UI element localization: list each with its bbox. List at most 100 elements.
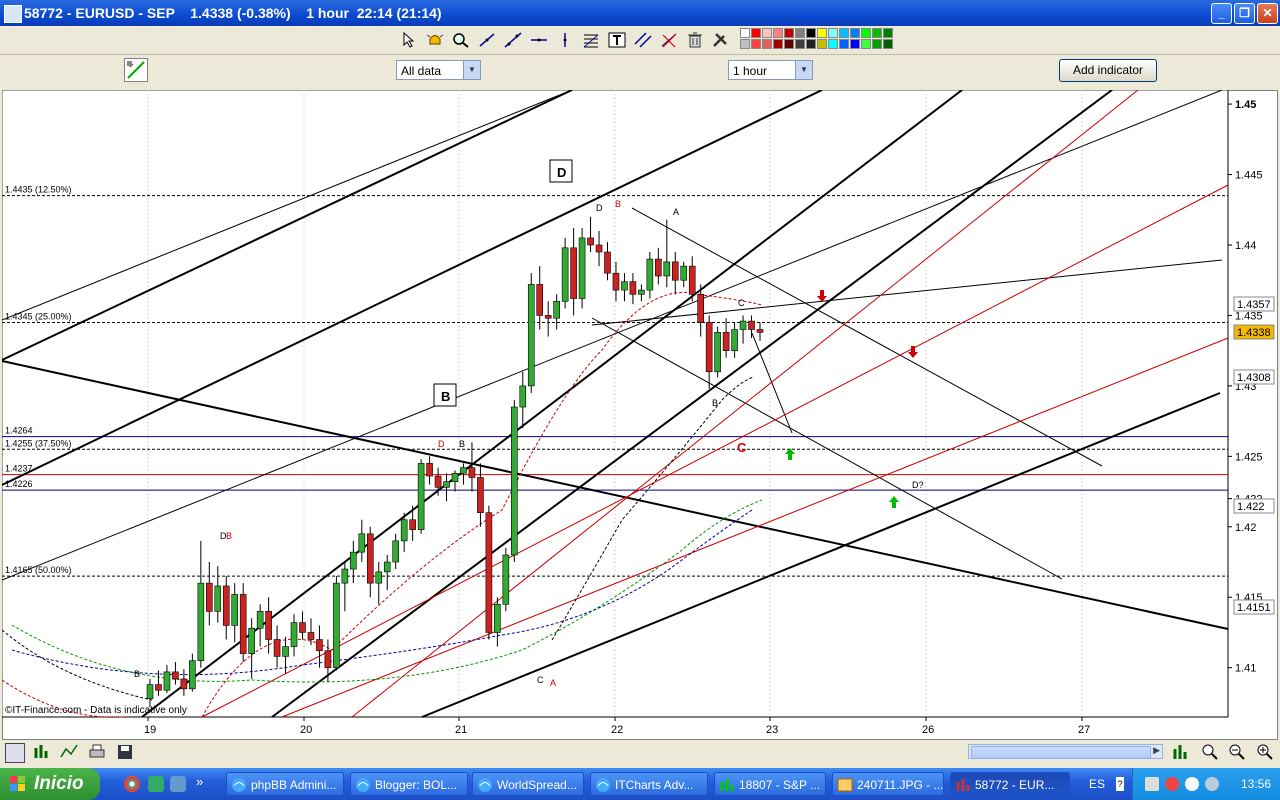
print-icon[interactable]	[88, 743, 106, 761]
horizontal-line-icon[interactable]	[528, 29, 550, 51]
chrome-icon[interactable]	[124, 776, 140, 792]
candle-body	[214, 585, 222, 612]
candle-body	[705, 322, 713, 373]
color-swatch[interactable]	[861, 28, 871, 38]
color-swatch[interactable]	[850, 28, 860, 38]
color-swatch[interactable]	[883, 28, 893, 38]
candle-body	[316, 639, 323, 652]
zoom-icon[interactable]	[450, 29, 472, 51]
color-swatch[interactable]	[740, 28, 750, 38]
task-label: 18807 - S&P ...	[739, 778, 821, 792]
color-swatch[interactable]	[872, 39, 882, 49]
task-phpbb[interactable]: phpBB Admini...	[226, 772, 344, 796]
candle-body	[231, 594, 239, 626]
candle-body	[595, 244, 603, 253]
color-swatch[interactable]	[850, 39, 860, 49]
interval-select[interactable]: 1 hour ▼	[728, 60, 813, 80]
task-blogger[interactable]: Blogger: BOL...	[350, 772, 468, 796]
messenger-icon[interactable]	[1185, 777, 1199, 791]
quicklaunch-icon[interactable]	[148, 776, 164, 792]
candle-body	[697, 294, 704, 323]
chevron-right-icon[interactable]: »	[196, 774, 203, 789]
color-swatch[interactable]	[806, 28, 816, 38]
tray-app-icon[interactable]	[1165, 777, 1179, 791]
color-swatch[interactable]	[784, 28, 794, 38]
color-swatch[interactable]	[828, 39, 838, 49]
color-swatch[interactable]	[806, 39, 816, 49]
line-icon[interactable]	[476, 29, 498, 51]
parallel-lines-icon[interactable]	[632, 29, 654, 51]
candle-body	[358, 533, 366, 553]
color-swatch[interactable]	[861, 39, 871, 49]
delete-line-icon[interactable]	[658, 29, 680, 51]
wave-label: D	[438, 439, 445, 449]
browser-icon	[478, 778, 492, 792]
trendline-icon[interactable]	[502, 29, 524, 51]
network-icon[interactable]	[1205, 777, 1219, 791]
range-select[interactable]: All data ▼	[396, 60, 481, 80]
chart-scroll-icon[interactable]: ▶	[968, 744, 1163, 759]
color-swatch[interactable]	[773, 39, 783, 49]
help-icon[interactable]: ?	[1116, 777, 1124, 791]
task-itcharts[interactable]: ITCharts Adv...	[590, 772, 708, 796]
y-tick-label: 1.42	[1235, 522, 1256, 534]
candle-body	[180, 678, 188, 690]
color-swatch[interactable]	[795, 39, 805, 49]
color-swatch[interactable]	[762, 28, 772, 38]
task-worldspread[interactable]: WorldSpread...	[472, 772, 584, 796]
text-icon[interactable]	[606, 29, 628, 51]
candle-body	[189, 660, 196, 690]
color-swatch[interactable]	[839, 28, 849, 38]
color-swatch[interactable]	[839, 39, 849, 49]
fibonacci-icon[interactable]	[580, 29, 602, 51]
candle-body	[206, 582, 213, 612]
task-sp[interactable]: 18807 - S&P ...	[714, 772, 826, 796]
color-swatch[interactable]	[773, 28, 783, 38]
candle-body	[680, 265, 688, 281]
zoom-area-icon[interactable]	[1201, 743, 1219, 761]
maximize-button[interactable]: ❐	[1234, 3, 1255, 24]
draw-mode-icon[interactable]	[124, 58, 148, 82]
tools-icon[interactable]	[710, 29, 732, 51]
zoom-out-icon[interactable]	[1228, 743, 1246, 761]
chart-properties-icon[interactable]	[5, 743, 25, 763]
y-tick-label: 1.41	[1235, 663, 1256, 675]
zoom-in-icon[interactable]	[1256, 743, 1274, 761]
trash-icon[interactable]	[684, 29, 706, 51]
candle-body	[350, 551, 357, 570]
color-swatch[interactable]	[751, 39, 761, 49]
close-button[interactable]: ✕	[1257, 3, 1278, 24]
color-swatch[interactable]	[740, 39, 750, 49]
candle-body	[561, 247, 569, 302]
speaker-icon[interactable]	[1145, 777, 1159, 791]
save-icon[interactable]	[116, 743, 134, 761]
indicators-icon[interactable]	[60, 743, 78, 761]
color-swatch[interactable]	[883, 39, 893, 49]
color-swatch[interactable]	[751, 28, 761, 38]
color-swatch[interactable]	[784, 39, 794, 49]
add-indicator-button[interactable]: Add indicator	[1059, 59, 1157, 82]
language-indicator[interactable]: ES	[1089, 777, 1105, 791]
zoom-fit-icon[interactable]	[1173, 743, 1191, 761]
color-swatch[interactable]	[762, 39, 772, 49]
color-swatch[interactable]	[817, 39, 827, 49]
color-swatch[interactable]	[828, 28, 838, 38]
quicklaunch-icon[interactable]	[170, 776, 186, 792]
x-tick-label: 23	[766, 724, 778, 736]
task-eurusd[interactable]: 58772 - EUR...	[950, 772, 1070, 796]
task-image[interactable]: 240711.JPG - ...	[832, 772, 944, 796]
vertical-line-icon[interactable]	[554, 29, 576, 51]
price-chart[interactable]: 1.451.4451.441.4351.431.4251.4221.421.41…	[2, 90, 1278, 740]
color-swatch[interactable]	[817, 28, 827, 38]
window-title: 58772 - EURUSD - SEP 1.4338 (-0.38%) 1 h…	[24, 5, 442, 21]
price-tag-label: 1.4151	[1237, 602, 1271, 614]
start-button[interactable]: Inicio	[0, 768, 100, 800]
color-palette[interactable]	[740, 28, 893, 50]
candle-body	[239, 594, 247, 654]
color-swatch[interactable]	[872, 28, 882, 38]
compare-icon[interactable]	[33, 743, 51, 761]
cursor-icon[interactable]	[398, 29, 420, 51]
color-swatch[interactable]	[795, 28, 805, 38]
alarm-icon[interactable]	[424, 29, 446, 51]
minimize-button[interactable]: _	[1211, 3, 1232, 24]
